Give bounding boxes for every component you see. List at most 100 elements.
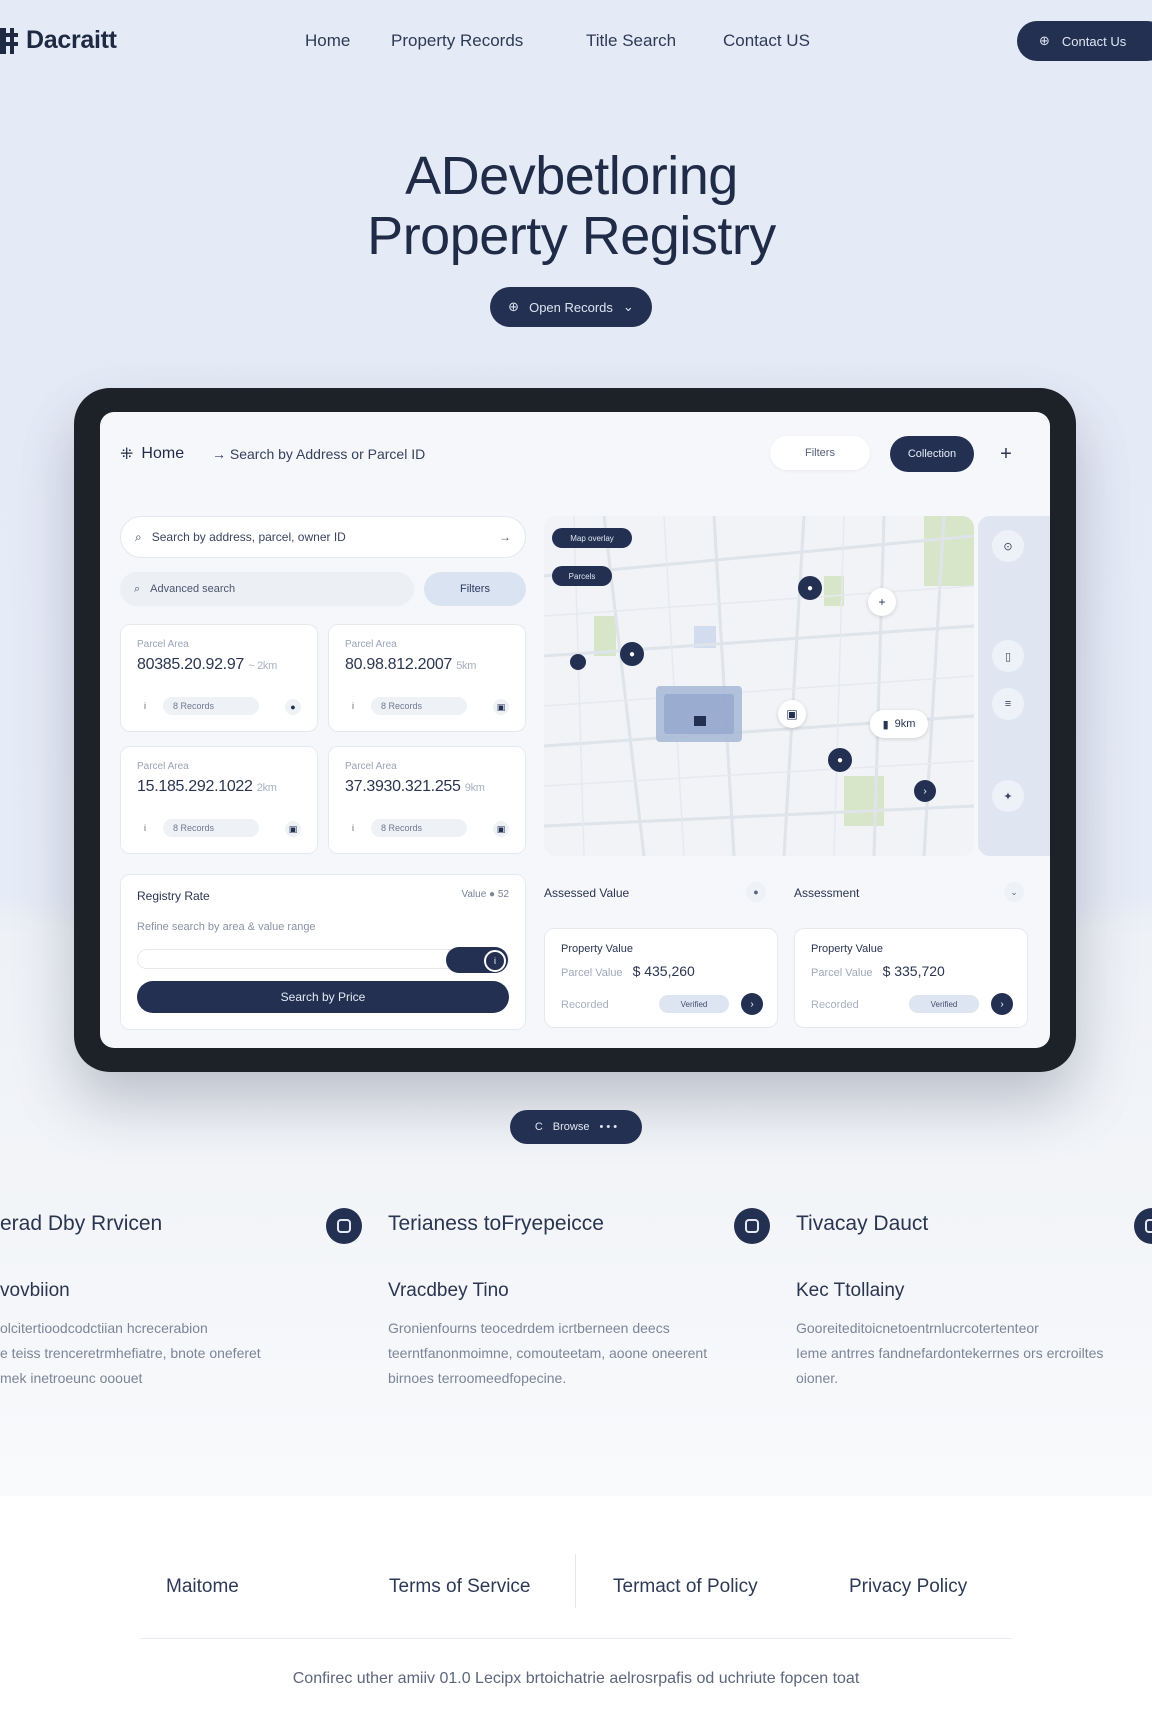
- map-pin-icon[interactable]: ●: [828, 748, 852, 772]
- property-card-footer: Recorded: [811, 999, 859, 1011]
- main-search-placeholder: Search by address, parcel, owner ID: [151, 530, 346, 544]
- main-search-input[interactable]: ⌕ Search by address, parcel, owner ID →: [120, 516, 526, 558]
- assessed-value-heading: Assessed Value: [544, 886, 630, 900]
- footer-link-home[interactable]: Maitome: [166, 1576, 239, 1598]
- range-slider[interactable]: i: [137, 947, 509, 973]
- more-icon: • • •: [599, 1121, 618, 1133]
- info-icon: i: [144, 701, 146, 711]
- feature-text: Gronienfourns teocedrdem icrtberneen dee…: [388, 1320, 708, 1386]
- parcel-card-value: 80.98.812.2007 5km: [345, 656, 477, 673]
- footer-link-privacy[interactable]: Privacy Policy: [849, 1576, 967, 1598]
- info-icon: i: [144, 823, 146, 833]
- feature-subtitle: Kec Ttollainy: [796, 1280, 905, 1301]
- map-pin-icon[interactable]: ●: [798, 576, 822, 600]
- breadcrumb: → Search by Address or Parcel ID: [212, 446, 426, 462]
- hero-open-button[interactable]: ⊕ Open Records ⌄: [490, 287, 652, 327]
- lock-icon[interactable]: ▣: [285, 821, 301, 837]
- filter-button-label: Filters: [460, 583, 490, 595]
- footer-rule: [140, 1638, 1012, 1639]
- parcel-card-label: Parcel Area: [345, 761, 397, 772]
- brand[interactable]: Dacraitt: [0, 26, 117, 55]
- property-card-value: $ 435,260: [632, 963, 695, 979]
- property-card-value-row: Parcel Value $ 435,260: [561, 963, 695, 979]
- chevron-down-icon: ⌄: [622, 299, 634, 314]
- pin-icon[interactable]: ●: [285, 699, 301, 715]
- feature-subtitle: Vracdbey Tino: [388, 1280, 509, 1301]
- collection-button[interactable]: Collection: [890, 436, 974, 472]
- map-pin-icon[interactable]: [570, 654, 586, 670]
- nav-link-contact[interactable]: Contact US: [723, 31, 810, 51]
- compass-icon[interactable]: ✦: [992, 780, 1024, 812]
- search-by-price-button[interactable]: Search by Price: [137, 981, 509, 1013]
- parcel-card-label: Parcel Area: [137, 761, 189, 772]
- footer: Maitome Terms of Service Termact of Poli…: [0, 1496, 1152, 1728]
- contact-button-label: Contact Us: [1061, 33, 1127, 49]
- slider-handle[interactable]: i: [484, 950, 506, 972]
- property-card-title: Property Value: [561, 943, 633, 955]
- property-value-card[interactable]: Property Value Parcel Value $ 435,260 Rec…: [544, 928, 778, 1028]
- map-pin-icon[interactable]: ›: [914, 780, 936, 802]
- lock-icon[interactable]: ▣: [493, 699, 509, 715]
- building-icon: ▮: [882, 718, 889, 731]
- nav-link-property-records[interactable]: Property Records: [391, 31, 523, 51]
- registry-value: Value ● 52: [461, 889, 509, 900]
- pin-icon[interactable]: ●: [746, 882, 766, 902]
- map-plus-icon[interactable]: +: [868, 588, 896, 616]
- nav-link-title-search[interactable]: Title Search: [586, 31, 676, 51]
- filter-button[interactable]: Filters: [424, 572, 526, 606]
- arrow-right-icon[interactable]: ›: [741, 993, 763, 1015]
- verified-chip: Verified: [659, 995, 729, 1013]
- grid-icon: ⁜: [120, 446, 134, 463]
- add-icon[interactable]: +: [988, 436, 1024, 472]
- verified-chip: Verified: [909, 995, 979, 1013]
- location-icon[interactable]: ⊙: [992, 530, 1024, 562]
- search-icon: ⌕: [135, 529, 142, 544]
- parcel-map[interactable]: Map overlay Parcels ● ● ● › + ▣ ▮ 9km: [544, 516, 974, 856]
- feature-icon: [326, 1208, 362, 1244]
- hero-button-label: Open Records: [529, 299, 613, 315]
- map-callout[interactable]: ▮ 9km: [870, 710, 928, 738]
- globe-icon: ⊕: [1039, 33, 1050, 48]
- collection-button-label: Collection: [907, 448, 957, 460]
- map-callout-label: 9km: [894, 718, 916, 730]
- registry-rate-panel: Registry Rate Value ● 52 Refine search b…: [120, 874, 526, 1030]
- arrow-right-icon[interactable]: ›: [991, 993, 1013, 1015]
- parcel-card[interactable]: Parcel Area 80.98.812.2007 5km i 8 Record…: [328, 624, 526, 732]
- parcel-card[interactable]: Parcel Area 80385.20.92.97 ~ 2km i 8 Reco…: [120, 624, 318, 732]
- advanced-search-input[interactable]: ⌕ Advanced search: [120, 572, 414, 606]
- hero-title-line1: ADevbetloring: [405, 146, 738, 206]
- parcel-card[interactable]: Parcel Area 15.185.292.1022 2km i 8 Recor…: [120, 746, 318, 854]
- app-home-label: Home: [141, 445, 185, 462]
- feature-column: Terianess toFryepeicce Vracdbey Tino Gro…: [388, 1212, 768, 1391]
- footer-link-terms[interactable]: Terms of Service: [389, 1576, 530, 1598]
- chevron-down-icon[interactable]: ⌄: [1004, 882, 1024, 902]
- map-parcels-tag[interactable]: Parcels: [552, 566, 612, 586]
- footer-divider: [575, 1554, 576, 1608]
- map-lock-pin-icon[interactable]: ▣: [778, 700, 806, 728]
- feature-subtitle: vovbiion: [0, 1280, 70, 1301]
- lock-icon[interactable]: ▣: [493, 821, 509, 837]
- property-card-value: $ 335,720: [882, 963, 945, 979]
- property-value-card[interactable]: Property Value Parcel Value $ 335,720 Rec…: [794, 928, 1028, 1028]
- bookmark-icon[interactable]: ▯: [992, 640, 1024, 672]
- records-chip: 8 Records: [163, 697, 259, 715]
- browse-button[interactable]: C Browse • • •: [510, 1110, 642, 1144]
- feature-icon: [734, 1208, 770, 1244]
- parcel-card[interactable]: Parcel Area 37.3930.321.255 9km i 8 Recor…: [328, 746, 526, 854]
- advanced-search-placeholder: Advanced search: [150, 583, 236, 595]
- app-home-link[interactable]: ⁜ Home: [120, 444, 184, 464]
- feature-text: olcitertioodcodctiian hcrecerabion e teis…: [0, 1320, 261, 1386]
- nav-link-home[interactable]: Home: [305, 31, 350, 51]
- footer-link-terms-policy[interactable]: Termact of Policy: [613, 1576, 758, 1598]
- layers-icon[interactable]: ≡: [992, 688, 1024, 720]
- property-card-footer: Recorded: [561, 999, 609, 1011]
- arrow-right-icon: →: [499, 530, 511, 544]
- contact-button[interactable]: ⊕ Contact Us: [1017, 21, 1152, 61]
- search-by-price-label: Search by Price: [280, 990, 366, 1004]
- brand-name: Dacraitt: [26, 26, 117, 54]
- map-pin-icon[interactable]: ●: [620, 642, 644, 666]
- map-overlay-tag[interactable]: Map overlay: [552, 528, 632, 548]
- filters-pill[interactable]: Filters: [770, 436, 870, 470]
- globe-icon: ⊕: [508, 299, 520, 314]
- top-navigation: Dacraitt Home Property Records Title Sea…: [0, 0, 1152, 84]
